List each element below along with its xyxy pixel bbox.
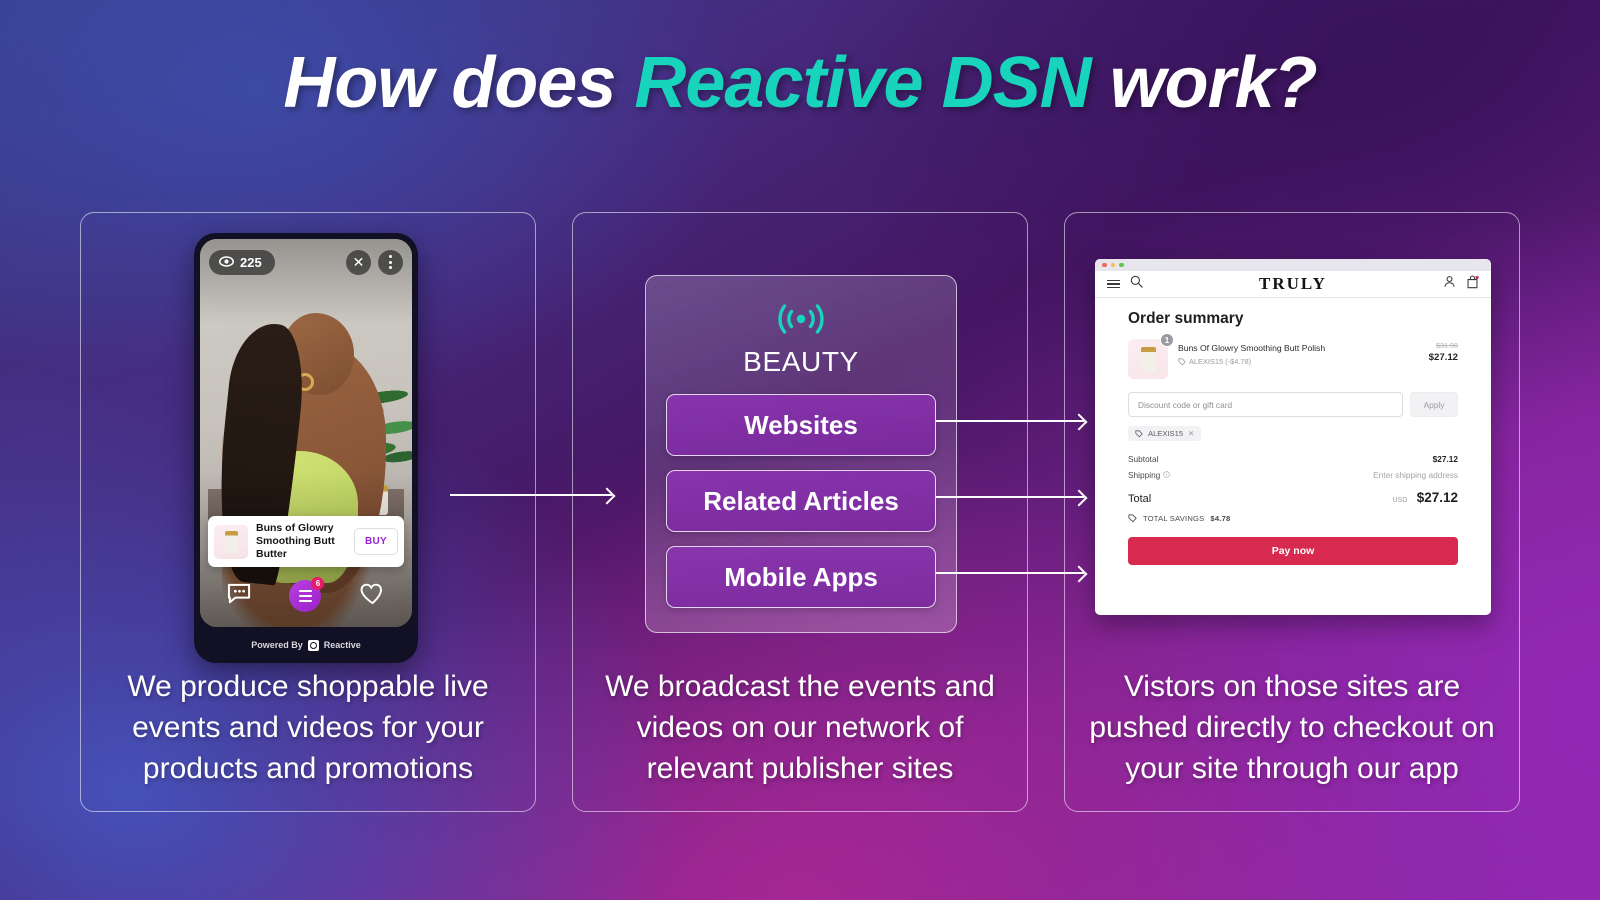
order-item-price: $27.12 [1428,352,1458,363]
total-value: $27.12 [1416,489,1458,505]
total-savings-value: $4.78 [1210,513,1231,523]
apply-discount-button[interactable]: Apply [1410,392,1458,417]
savings-tag-icon [1128,513,1137,522]
panel-caption-checkout: Vistors on those sites are pushed direct… [1089,670,1495,785]
phone-action-bar: 6 [200,575,412,617]
eye-icon [219,255,234,270]
kebab-menu-icon[interactable] [378,249,403,275]
subtotal-label: Subtotal [1128,453,1159,464]
total-savings-row: TOTAL SAVINGS $4.78 [1128,514,1458,523]
info-icon [1163,471,1171,478]
page-title-part1: How does [283,43,635,123]
network-card: BEAUTY Websites Related Articles Mobile … [645,275,957,633]
store-header: TRULY [1095,271,1491,298]
shipping-value: Enter shipping address [1373,469,1458,480]
comment-icon[interactable] [227,583,251,610]
order-summary-title: Order summary [1128,310,1244,327]
video-vignette [200,239,412,627]
tag-icon [1178,357,1186,365]
window-maximize-dot[interactable] [1119,262,1124,268]
phone-mockup: 225 ✕ Buns of Glowry Smoothing Butt Butt… [194,233,418,663]
discount-code-input[interactable]: Discount code or gift card [1128,392,1403,417]
order-item-discount: ALEXIS15 (-$4.78) [1178,357,1419,366]
reactive-brand-label: Reactive [323,640,361,650]
network-category-label: BEAUTY [743,346,859,377]
like-heart-icon[interactable] [360,583,385,610]
total-label: Total [1128,492,1152,505]
shopping-bag-icon[interactable] [1466,274,1479,294]
user-account-icon[interactable] [1443,275,1456,293]
order-item-thumbnail: 1 [1128,333,1174,379]
window-minimize-dot[interactable] [1110,262,1115,268]
cart-badge: 6 [311,577,325,590]
phone-footer-branding: Powered By Reactive [194,627,418,663]
browser-window: TRULY Order summary 1 Buns Of Glowry Smo… [1095,259,1491,615]
total-currency: USD [1392,496,1408,504]
arrow-websites-to-checkout [936,420,1084,422]
viewer-count-pill: 225 [209,249,275,275]
shipping-label: Shipping [1128,469,1161,480]
product-list-button[interactable]: 6 [289,577,325,612]
reactive-logo-icon [307,639,319,651]
order-item-name: Buns Of Glowry Smoothing Butt Polish [1178,343,1326,353]
store-brand-logo: TRULY [1259,274,1327,293]
subtotal-value: $27.12 [1432,453,1458,464]
shipping-row: Shipping Enter shipping address [1128,470,1458,480]
page-title-accent: Reactive DSN [634,43,1091,123]
subtotal-row: Subtotal $27.12 [1128,454,1458,464]
applied-discount-tag[interactable]: ALEXIS15 ✕ [1128,426,1202,441]
broadcast-waves-icon [646,300,956,344]
channel-related-articles[interactable]: Related Articles [666,470,936,532]
order-summary-section: Order summary 1 Buns Of Glowry Smoothing… [1095,298,1491,565]
order-item-quantity: 1 [1160,333,1174,347]
arrow-articles-to-checkout [936,496,1084,498]
close-icon[interactable]: ✕ [346,249,371,275]
panel-caption-broadcast: We broadcast the events and videos on ou… [605,670,995,785]
order-item-discount-text: ALEXIS15 (-$4.78) [1189,357,1252,366]
remove-discount-icon[interactable]: ✕ [1188,429,1194,438]
channel-websites[interactable]: Websites [666,394,936,456]
buy-button[interactable]: BUY [353,528,398,555]
channel-mobile-apps[interactable]: Mobile Apps [666,546,936,608]
panel-caption-produce: We produce shoppable live events and vid… [127,670,489,785]
window-close-dot[interactable] [1102,262,1107,268]
viewer-count-value: 225 [240,254,262,270]
arrow-mobile-apps-to-checkout [936,572,1084,574]
phone-top-bar: 225 ✕ [200,239,412,285]
order-totals: Subtotal $27.12 Shipping Enter shipping … [1128,454,1458,523]
order-item-original-price: $31.90 [1436,341,1458,350]
total-row: Total USD $27.12 [1128,489,1458,507]
hamburger-menu-icon[interactable] [1107,279,1120,289]
arrow-phone-to-network [450,494,612,496]
page-title: How does Reactive DSN work? [0,42,1600,124]
product-name: Buns of Glowry Smoothing Butt Butter [256,522,335,560]
phone-product-card[interactable]: Buns of Glowry Smoothing Butt Butter BUY [208,516,404,567]
browser-title-bar [1095,259,1491,271]
pay-now-button[interactable]: Pay now [1128,536,1458,565]
total-savings-label: TOTAL SAVINGS [1143,513,1205,523]
tag-icon [1135,429,1143,437]
product-thumbnail [214,524,248,559]
order-line-item: 1 Buns Of Glowry Smoothing Butt Polish A… [1128,333,1458,379]
panel-broadcast: BEAUTY Websites Related Articles Mobile … [572,212,1028,812]
panel-checkout: TRULY Order summary 1 Buns Of Glowry Smo… [1064,212,1520,812]
applied-discount-code: ALEXIS15 [1148,429,1184,438]
phone-screen: 225 ✕ Buns of Glowry Smoothing Butt Butt… [200,239,412,627]
page-title-part2: work? [1090,43,1318,123]
search-icon[interactable] [1130,275,1143,293]
panel-produce: 225 ✕ Buns of Glowry Smoothing Butt Butt… [80,212,536,812]
discount-row: Discount code or gift card Apply [1128,392,1458,417]
powered-by-label: Powered By [251,640,303,650]
